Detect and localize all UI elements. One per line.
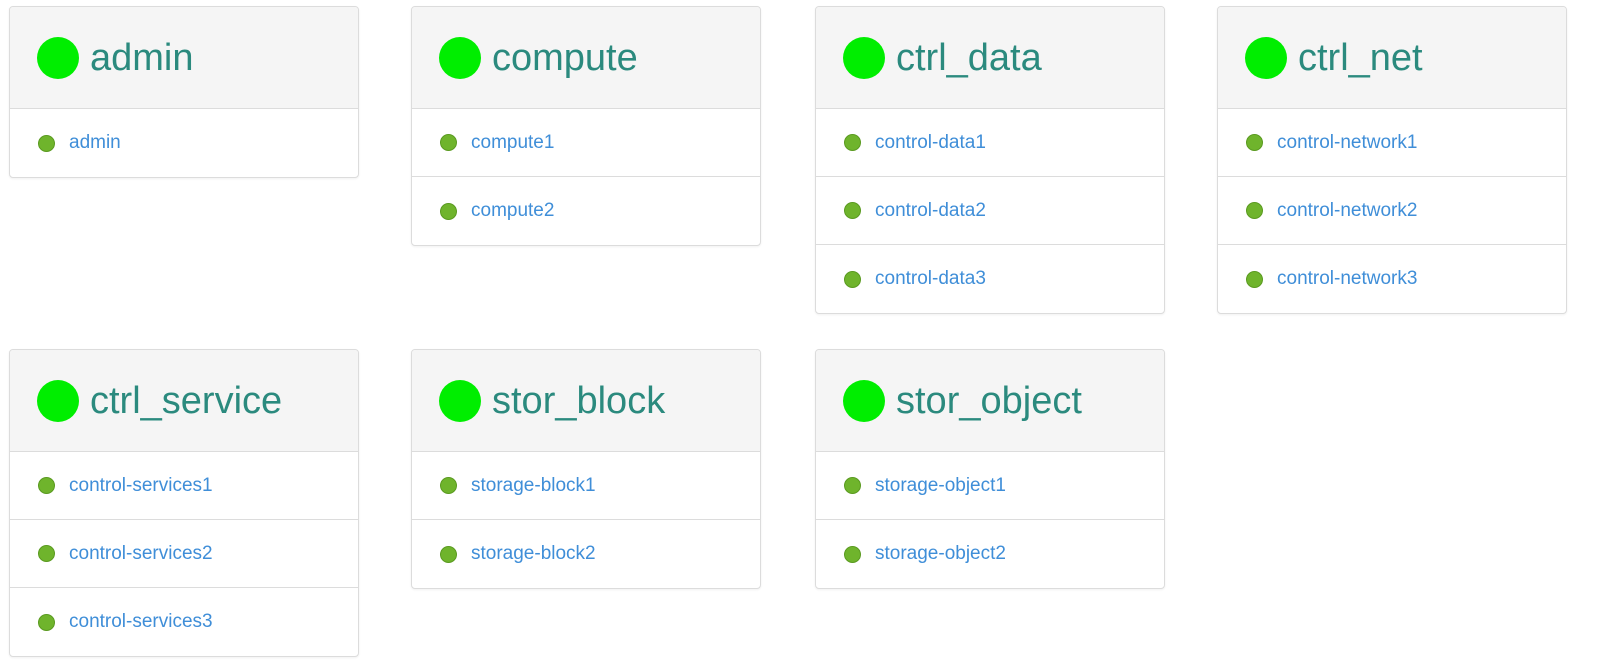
node-link[interactable]: control-data1: [875, 132, 986, 154]
node-status-icon: [844, 202, 861, 219]
group-header: ctrl_net: [1218, 7, 1566, 109]
group-panel-stor-object: stor_object storage-object1 storage-obje…: [815, 349, 1165, 589]
status-dot-icon: [1245, 36, 1287, 79]
node-link[interactable]: storage-block2: [471, 543, 596, 565]
node-link[interactable]: control-services1: [69, 475, 213, 497]
node-status-icon: [38, 545, 55, 562]
node-row[interactable]: storage-block1: [412, 452, 760, 520]
node-status-icon: [844, 477, 861, 494]
node-row[interactable]: admin: [10, 109, 358, 177]
node-row[interactable]: compute1: [412, 109, 760, 177]
node-status-icon: [38, 134, 55, 152]
node-row[interactable]: control-data2: [816, 177, 1164, 245]
node-link[interactable]: storage-object1: [875, 475, 1006, 497]
node-row[interactable]: control-data3: [816, 245, 1164, 313]
node-link[interactable]: compute1: [471, 132, 554, 154]
group-title: stor_object: [896, 379, 1082, 422]
status-dot-icon: [843, 36, 885, 79]
node-status-icon: [1246, 134, 1263, 151]
status-dot-icon: [843, 379, 885, 422]
node-link[interactable]: control-network1: [1277, 132, 1417, 154]
group-header: ctrl_data: [816, 7, 1164, 109]
node-link[interactable]: control-services3: [69, 611, 213, 633]
node-link[interactable]: control-data3: [875, 268, 986, 290]
node-row[interactable]: control-network1: [1218, 109, 1566, 177]
group-title: compute: [492, 36, 638, 79]
node-status-icon: [844, 270, 861, 288]
node-status-icon: [38, 613, 55, 631]
node-link[interactable]: storage-object2: [875, 543, 1006, 565]
node-link[interactable]: admin: [69, 132, 121, 154]
node-row[interactable]: storage-object2: [816, 520, 1164, 588]
status-dot-icon: [37, 379, 79, 422]
node-status-icon: [440, 545, 457, 563]
node-row[interactable]: control-network2: [1218, 177, 1566, 245]
node-status-icon: [440, 477, 457, 494]
node-status-icon: [1246, 202, 1263, 219]
node-status-icon: [1246, 270, 1263, 288]
group-panel-ctrl-net: ctrl_net control-network1 control-networ…: [1217, 6, 1567, 314]
node-link[interactable]: control-data2: [875, 200, 986, 222]
group-panel-stor-block: stor_block storage-block1 storage-block2: [411, 349, 761, 589]
node-status-icon: [844, 134, 861, 151]
group-header: compute: [412, 7, 760, 109]
group-title: admin: [90, 36, 194, 79]
node-link[interactable]: control-network3: [1277, 268, 1417, 290]
group-title: ctrl_net: [1298, 36, 1423, 79]
node-status-icon: [440, 202, 457, 220]
node-row[interactable]: control-services2: [10, 520, 358, 588]
node-link[interactable]: control-services2: [69, 543, 213, 565]
node-row[interactable]: control-data1: [816, 109, 1164, 177]
node-row[interactable]: control-network3: [1218, 245, 1566, 313]
node-link[interactable]: storage-block1: [471, 475, 596, 497]
node-row[interactable]: control-services3: [10, 588, 358, 656]
group-header: ctrl_service: [10, 350, 358, 452]
node-link[interactable]: compute2: [471, 200, 554, 222]
group-panel-admin: admin admin: [9, 6, 359, 178]
status-dot-icon: [439, 36, 481, 79]
status-dot-icon: [37, 36, 79, 79]
node-link[interactable]: control-network2: [1277, 200, 1417, 222]
node-status-icon: [844, 545, 861, 563]
group-panel-compute: compute compute1 compute2: [411, 6, 761, 246]
group-header: stor_object: [816, 350, 1164, 452]
group-title: ctrl_data: [896, 36, 1042, 79]
status-dot-icon: [439, 379, 481, 422]
group-title: stor_block: [492, 379, 666, 422]
group-panel-ctrl-service: ctrl_service control-services1 control-s…: [9, 349, 359, 657]
group-header: stor_block: [412, 350, 760, 452]
group-title: ctrl_service: [90, 379, 283, 422]
node-group-board: admin admin compute compute1 compute2 ct…: [0, 0, 1610, 671]
node-row[interactable]: compute2: [412, 177, 760, 245]
group-header: admin: [10, 7, 358, 109]
group-panel-ctrl-data: ctrl_data control-data1 control-data2 co…: [815, 6, 1165, 314]
node-row[interactable]: control-services1: [10, 452, 358, 520]
node-status-icon: [440, 134, 457, 151]
node-row[interactable]: storage-block2: [412, 520, 760, 588]
node-row[interactable]: storage-object1: [816, 452, 1164, 520]
node-status-icon: [38, 477, 55, 494]
